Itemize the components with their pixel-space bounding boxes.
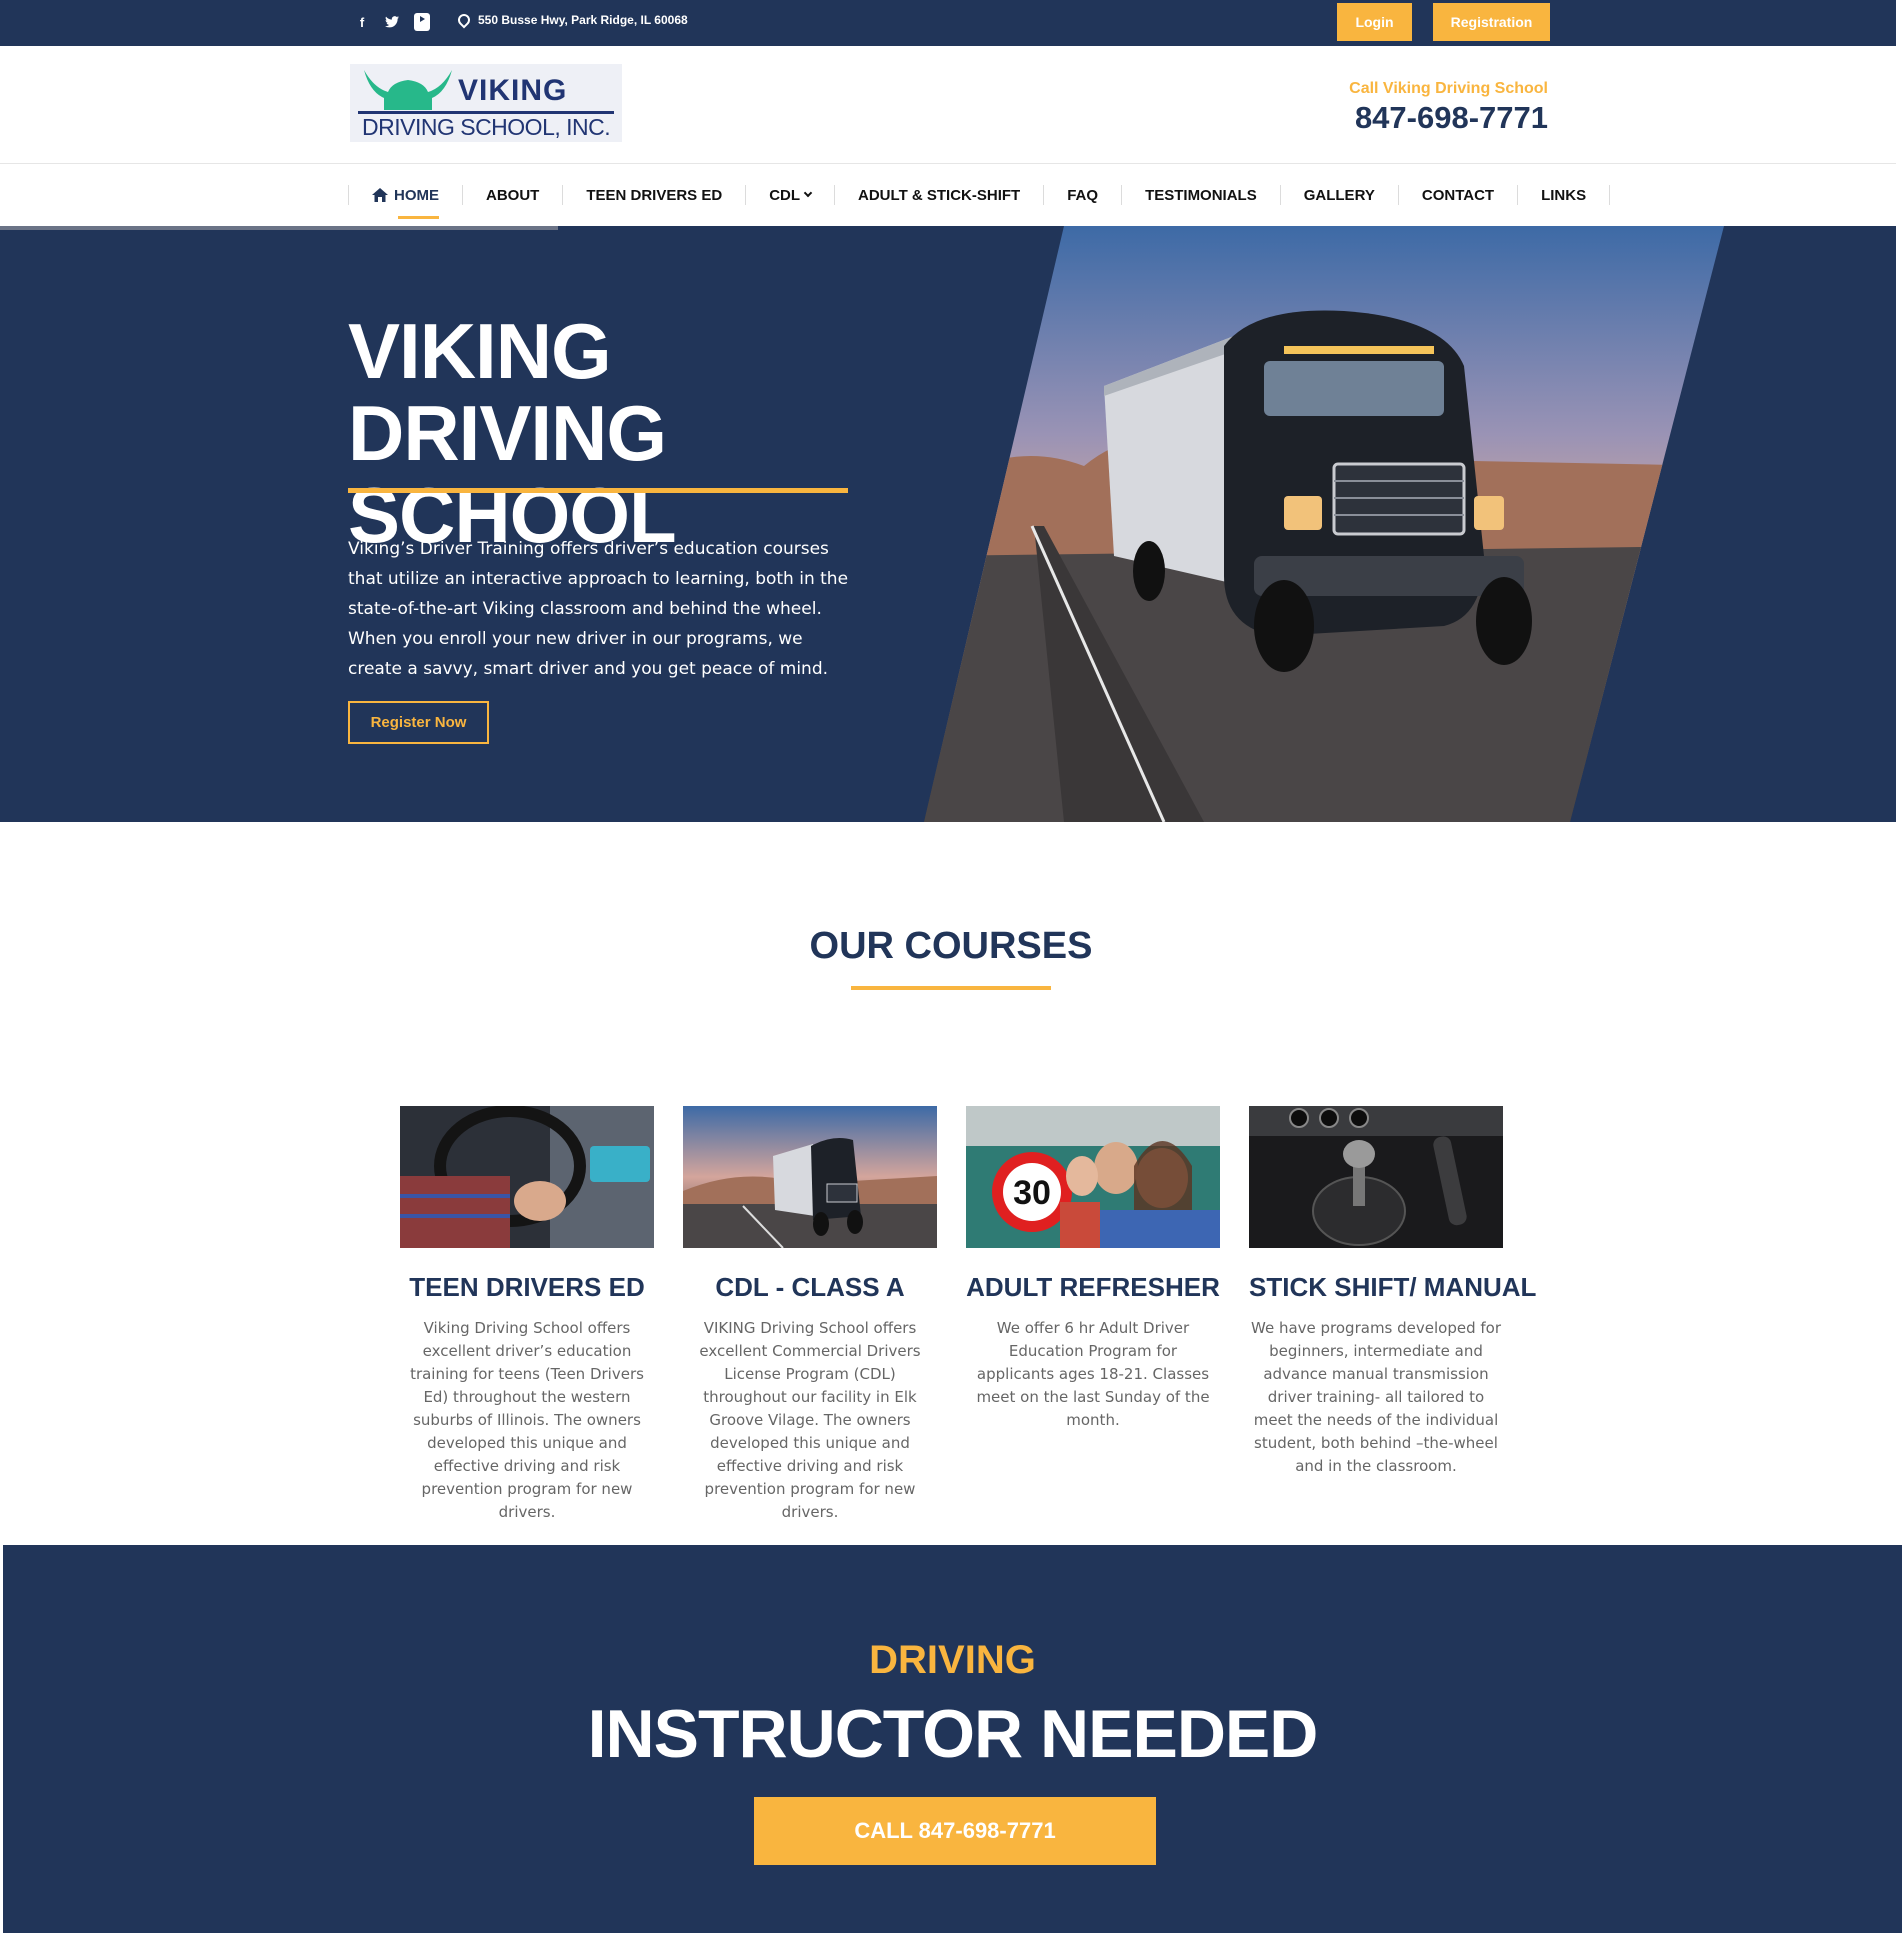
course-description: VIKING Driving School offers excellent C… — [699, 1319, 921, 1521]
banner-heading: INSTRUCTOR NEEDED — [587, 1696, 1319, 1772]
course-title[interactable]: CDL - CLASS A — [683, 1272, 937, 1303]
course-description: Viking Driving School offers excellent d… — [410, 1319, 644, 1521]
course-title[interactable]: ADULT REFRESHER — [966, 1272, 1220, 1303]
nav-item-about[interactable]: ABOUT — [462, 185, 562, 205]
nav-label-testimonials: TESTIMONIALS — [1145, 186, 1257, 204]
nav-item-links[interactable]: LINKS — [1517, 185, 1611, 205]
nav-label-home: HOME — [394, 186, 439, 204]
nav-label-gallery: GALLERY — [1303, 186, 1375, 204]
teen-driver-steering-image — [400, 1106, 654, 1248]
page-scroll-progress — [0, 226, 558, 230]
speed-sign-text: 30 — [1013, 1174, 1051, 1212]
nav-item-teen-drivers-ed[interactable]: TEEN DRIVERS ED — [562, 185, 745, 205]
course-description: We offer 6 hr Adult Driver Education Pro… — [976, 1319, 1210, 1429]
nav-label-teen-drivers-ed: TEEN DRIVERS ED — [586, 186, 723, 204]
instructor-needed-banner: DRIVING INSTRUCTOR NEEDED CALL 847-698-7… — [3, 1545, 1902, 1933]
nav-item-testimonials[interactable]: TESTIMONIALS — [1121, 185, 1280, 205]
youtube-icon[interactable] — [414, 13, 430, 31]
adult-refresher-students-image: 30 — [966, 1106, 1220, 1248]
header-phone[interactable]: 847-698-7771 — [1355, 100, 1548, 136]
logo-title: VIKING — [458, 74, 568, 107]
social-links: f — [354, 13, 430, 31]
nav-label-cdl: CDL — [769, 186, 801, 204]
hero-description: Viking’s Driver Training offers driver’s… — [348, 539, 849, 679]
hero-title-line-1: VIKING DRIVING — [348, 307, 667, 477]
course-card-teen-drivers-ed[interactable]: TEEN DRIVERS ED Viking Driving School of… — [400, 1106, 654, 1524]
call-now-button[interactable]: CALL 847-698-7771 — [754, 1797, 1156, 1865]
call-label: Call Viking Driving School — [1349, 80, 1548, 97]
chevron-down-icon — [803, 188, 813, 198]
hero-truck-image — [924, 226, 1724, 822]
course-card-adult-refresher[interactable]: 30 ADULT REFRESHER We offer 6 hr Adult D… — [966, 1106, 1220, 1432]
nav-item-home[interactable]: HOME — [348, 185, 462, 219]
nav-label-about: ABOUT — [486, 186, 540, 204]
top-bar: f 550 Busse Hwy, Park Ridge, IL 60068 Lo… — [0, 0, 1896, 46]
cdl-truck-image — [683, 1106, 937, 1248]
login-button[interactable]: Login — [1337, 3, 1412, 41]
course-card-cdl-class-a[interactable]: CDL - CLASS A VIKING Driving School offe… — [683, 1106, 937, 1524]
nav-label-links: LINKS — [1541, 186, 1587, 204]
site-logo[interactable]: VIKING DRIVING SCHOOL, INC. — [350, 64, 622, 142]
nav-label-contact: CONTACT — [1421, 186, 1495, 204]
hero-divider — [348, 488, 848, 493]
viking-helmet-icon — [364, 70, 452, 110]
nav-label-adult-stick-shift: ADULT & STICK-SHIFT — [858, 186, 1021, 204]
registration-button[interactable]: Registration — [1433, 3, 1550, 41]
hero-section: VIKING DRIVING SCHOOL Viking’s Driver Tr… — [0, 226, 1896, 822]
nav-label-faq: FAQ — [1067, 186, 1099, 204]
nav-item-contact[interactable]: CONTACT — [1397, 185, 1517, 205]
location-pin-icon — [455, 11, 473, 29]
course-card-stick-shift-manual[interactable]: STICK SHIFT/ MANUAL We have programs dev… — [1249, 1106, 1536, 1478]
site-header: VIKING DRIVING SCHOOL, INC. Call Viking … — [0, 46, 1896, 164]
courses-heading: OUR COURSES — [809, 925, 1093, 967]
home-icon — [372, 188, 388, 202]
course-description: We have programs developed for beginners… — [1251, 1319, 1501, 1475]
address-text: 550 Busse Hwy, Park Ridge, IL 60068 — [478, 13, 688, 27]
nav-item-faq[interactable]: FAQ — [1043, 185, 1121, 205]
gear-shift-image — [1249, 1106, 1503, 1248]
course-title[interactable]: TEEN DRIVERS ED — [400, 1272, 654, 1303]
courses-divider — [851, 986, 1051, 990]
nav-item-gallery[interactable]: GALLERY — [1279, 185, 1398, 205]
address: 550 Busse Hwy, Park Ridge, IL 60068 — [455, 11, 688, 29]
banner-eyebrow: DRIVING — [869, 1638, 1036, 1682]
main-navigation: HOME ABOUT TEEN DRIVERS ED CDL ADULT & S… — [0, 165, 1896, 225]
register-now-button[interactable]: Register Now — [348, 701, 489, 744]
active-nav-underline — [398, 216, 439, 219]
nav-item-adult-stick-shift[interactable]: ADULT & STICK-SHIFT — [834, 185, 1043, 205]
hero-title: VIKING DRIVING SCHOOL — [348, 310, 948, 556]
twitter-icon[interactable] — [384, 13, 400, 31]
facebook-icon[interactable]: f — [354, 13, 370, 31]
logo-subtitle: DRIVING SCHOOL, INC. — [362, 114, 611, 140]
nav-item-cdl[interactable]: CDL — [745, 185, 834, 205]
course-title[interactable]: STICK SHIFT/ MANUAL — [1249, 1272, 1536, 1303]
